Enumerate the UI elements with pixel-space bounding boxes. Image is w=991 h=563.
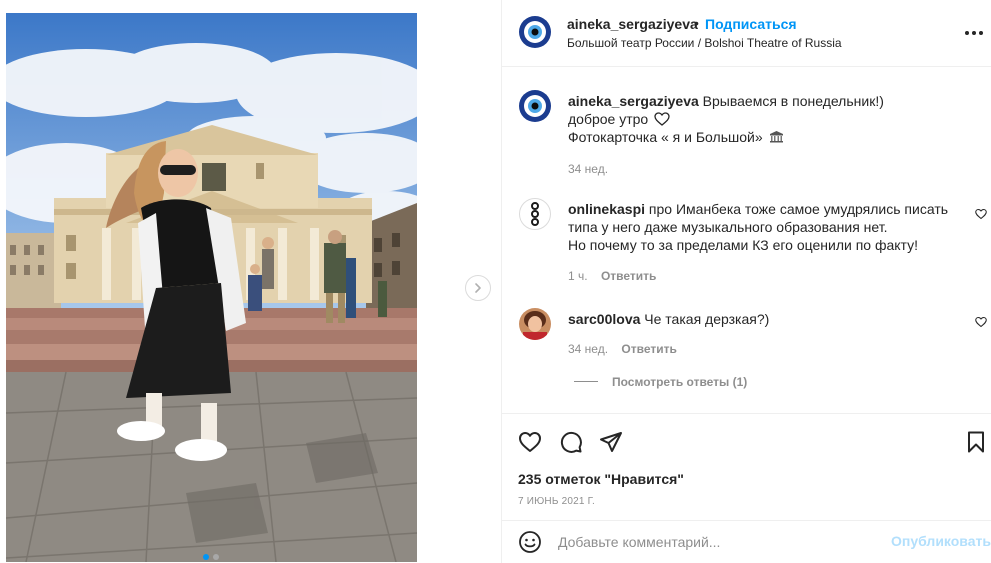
save-bookmark-icon[interactable] bbox=[964, 430, 988, 454]
carousel-dot-active bbox=[203, 554, 209, 560]
carousel-next-button[interactable] bbox=[465, 275, 491, 301]
comment-2-username[interactable]: sarc00lova bbox=[568, 311, 640, 327]
caption-author-avatar[interactable] bbox=[519, 90, 551, 122]
comment-1-text-1: про Иманбека тоже самое умудрялись писат… bbox=[648, 201, 949, 217]
caption-line-3: Фотокарточка « я и Большой» bbox=[568, 128, 784, 147]
caption-time[interactable]: 34 нед. bbox=[568, 162, 608, 176]
comment-2-like-icon[interactable] bbox=[975, 316, 987, 328]
likes-count[interactable]: 235 отметок "Нравится" bbox=[518, 471, 684, 487]
comments-list: aineka_sergaziyeva Врываемся в понедельн… bbox=[502, 68, 991, 412]
post-media-area bbox=[0, 0, 500, 563]
share-paper-plane-icon[interactable] bbox=[599, 430, 623, 454]
carousel-indicator bbox=[203, 554, 219, 560]
comment-2-time[interactable]: 34 нед. bbox=[568, 342, 608, 356]
comment-input[interactable] bbox=[558, 531, 878, 553]
view-replies-button[interactable]: Посмотреть ответы (1) bbox=[612, 375, 747, 389]
comment-1-reply-button[interactable]: Ответить bbox=[601, 269, 656, 283]
heart-outline-icon bbox=[654, 112, 670, 126]
comment-1-line-1: onlinekaspi про Иманбека тоже самое умуд… bbox=[568, 200, 948, 219]
carousel-dot bbox=[213, 554, 219, 560]
comment-1-line-2: типа у него даже музыкального образовани… bbox=[568, 219, 888, 235]
comment-2-meta: 34 нед. Ответить bbox=[568, 342, 677, 356]
more-options-icon[interactable] bbox=[965, 31, 983, 35]
chevron-right-icon bbox=[475, 283, 481, 293]
caption-line-1: aineka_sergaziyeva Врываемся в понедельн… bbox=[568, 92, 884, 111]
caption-username[interactable]: aineka_sergaziyeva bbox=[568, 93, 699, 109]
comment-1-meta: 1 ч. Ответить bbox=[568, 269, 656, 283]
publish-button[interactable]: Опубликовать bbox=[891, 533, 991, 549]
commenter-avatar-sarc00lova[interactable] bbox=[519, 308, 551, 340]
comment-2-reply-button[interactable]: Ответить bbox=[621, 342, 676, 356]
caption-text-2: доброе утро bbox=[568, 111, 649, 127]
post-details-panel: aineka_sergaziyeva • Подписаться Большой… bbox=[501, 0, 991, 563]
comment-1-line-3: Но почему то за пределами КЗ его оценили… bbox=[568, 237, 919, 253]
caption-text-1: Врываемся в понедельник!) bbox=[702, 93, 884, 109]
post-photo[interactable] bbox=[6, 13, 417, 562]
post-header: aineka_sergaziyeva • Подписаться Большой… bbox=[502, 0, 991, 67]
post-photo-image bbox=[6, 13, 417, 562]
caption-line-2: доброе утро bbox=[568, 110, 670, 129]
comment-1-username[interactable]: onlinekaspi bbox=[568, 201, 645, 217]
post-date[interactable]: 7 ИЮНЬ 2021 Г. bbox=[518, 496, 595, 507]
commenter-avatar-onlinekaspi[interactable] bbox=[519, 198, 551, 230]
comment-1-time[interactable]: 1 ч. bbox=[568, 269, 588, 283]
emoji-smiley-icon[interactable] bbox=[518, 530, 542, 554]
follow-button[interactable]: Подписаться bbox=[705, 16, 797, 32]
replies-divider bbox=[574, 381, 598, 382]
caption-text-3: Фотокарточка « я и Большой» bbox=[568, 129, 763, 145]
comment-bubble-icon[interactable] bbox=[559, 430, 583, 454]
header-separator: • bbox=[694, 15, 699, 31]
author-avatar[interactable] bbox=[519, 16, 551, 48]
author-username[interactable]: aineka_sergaziyeva bbox=[567, 16, 698, 32]
like-heart-icon[interactable] bbox=[518, 430, 542, 454]
location-link[interactable]: Большой театр России / Bolshoi Theatre o… bbox=[567, 36, 842, 50]
add-comment-bar: Опубликовать bbox=[502, 520, 991, 563]
comment-1-like-icon[interactable] bbox=[975, 208, 987, 220]
post-actions: 235 отметок "Нравится" 7 ИЮНЬ 2021 Г. bbox=[502, 413, 991, 519]
comment-2-line: sarc00lova Че такая дерзкая?) bbox=[568, 310, 769, 329]
comment-2-text: Че такая дерзкая?) bbox=[644, 311, 770, 327]
theatre-building-icon bbox=[769, 131, 783, 143]
